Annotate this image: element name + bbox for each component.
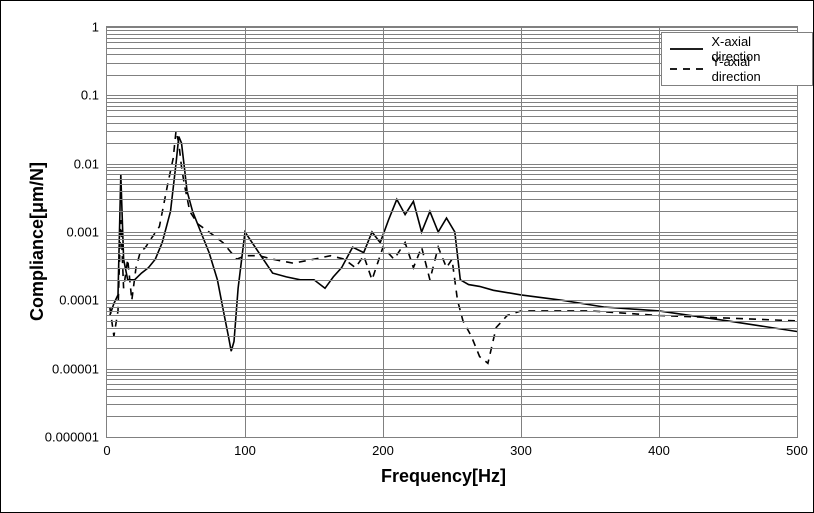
figure: 0.000001 0.00001 0.0001 0.001 0.01 0.1 1 0 100 20… — [0, 0, 814, 513]
gridline-v — [521, 27, 522, 437]
x-tick-label: 0 — [103, 437, 110, 458]
gridline-h — [107, 211, 797, 212]
gridline-h — [107, 110, 797, 111]
gridline-h — [107, 247, 797, 248]
y-tick-label: 0.00001 — [52, 361, 107, 376]
series-line — [110, 137, 797, 352]
gridline-h — [107, 348, 797, 349]
gridline-h — [107, 131, 797, 132]
gridline-h — [107, 232, 797, 233]
gridline-h — [107, 179, 797, 180]
legend-swatch — [670, 62, 704, 76]
gridline-h — [107, 307, 797, 308]
y-axis-label: Compliance[μm/N] — [27, 301, 48, 321]
gridline-h — [107, 375, 797, 376]
x-tick-label: 400 — [648, 437, 670, 458]
gridline-h — [107, 280, 797, 281]
gridline-h — [107, 268, 797, 269]
y-tick-label: 0.0001 — [59, 293, 107, 308]
gridline-h — [107, 98, 797, 99]
gridline-h — [107, 372, 797, 373]
gridline-h — [107, 30, 797, 31]
y-tick-label: 1 — [92, 20, 107, 35]
gridline-h — [107, 170, 797, 171]
y-tick-label: 0.1 — [81, 88, 107, 103]
gridline-h — [107, 106, 797, 107]
gridline-h — [107, 253, 797, 254]
gridline-h — [107, 191, 797, 192]
gridline-h — [107, 199, 797, 200]
plot-area: 0.0000010.000010.00010.0010.010.11010020… — [106, 26, 798, 438]
gridline-h — [107, 116, 797, 117]
gridline-v — [245, 27, 246, 437]
gridline-h — [107, 369, 797, 370]
x-tick-label: 300 — [510, 437, 532, 458]
gridline-h — [107, 164, 797, 165]
gridline-h — [107, 174, 797, 175]
gridline-h — [107, 384, 797, 385]
legend-swatch — [670, 42, 703, 56]
gridline-h — [107, 143, 797, 144]
gridline-h — [107, 437, 797, 438]
gridline-h — [107, 404, 797, 405]
gridline-h — [107, 315, 797, 316]
gridline-h — [107, 259, 797, 260]
gridline-h — [107, 102, 797, 103]
gridline-h — [107, 123, 797, 124]
gridline-h — [107, 300, 797, 301]
gridline-h — [107, 379, 797, 380]
gridline-h — [107, 303, 797, 304]
gridline-h — [107, 321, 797, 322]
gridline-h — [107, 27, 797, 28]
x-tick-label: 200 — [372, 437, 394, 458]
gridline-v — [383, 27, 384, 437]
gridline-h — [107, 389, 797, 390]
gridline-h — [107, 311, 797, 312]
legend: X-axial directionY-axial direction — [661, 32, 813, 86]
x-tick-label: 100 — [234, 437, 256, 458]
gridline-h — [107, 243, 797, 244]
legend-entry: Y-axial direction — [670, 59, 802, 79]
y-tick-label: 0.000001 — [45, 430, 107, 445]
gridline-v — [659, 27, 660, 437]
gridline-h — [107, 239, 797, 240]
gridline-h — [107, 336, 797, 337]
gridline-h — [107, 416, 797, 417]
gridline-h — [107, 95, 797, 96]
legend-label: Y-axial direction — [712, 54, 802, 84]
gridline-h — [107, 396, 797, 397]
gridline-h — [107, 328, 797, 329]
gridline-h — [107, 235, 797, 236]
x-tick-label: 500 — [786, 437, 808, 458]
y-tick-label: 0.01 — [74, 156, 107, 171]
gridline-h — [107, 167, 797, 168]
gridline-h — [107, 184, 797, 185]
y-tick-label: 0.001 — [66, 225, 107, 240]
x-axis-label: Frequency[Hz] — [381, 466, 506, 487]
